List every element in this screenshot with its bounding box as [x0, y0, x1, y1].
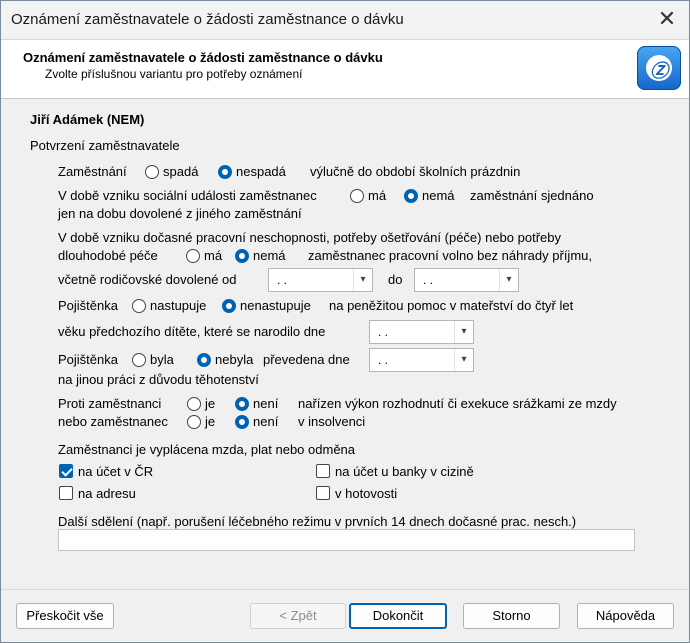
execution-je-label[interactable]: je: [205, 396, 215, 411]
section-title: Potvrzení zaměstnavatele: [30, 138, 180, 153]
maternity-nenastupuje-label[interactable]: nenastupuje: [240, 298, 311, 313]
transfer-date[interactable]: . . ▾: [369, 348, 474, 372]
leave-to-label: do: [388, 272, 403, 287]
execution-je-radio[interactable]: [187, 397, 201, 411]
leave-line1: V době vzniku dočasné pracovní neschopno…: [58, 230, 561, 245]
leave-ma-radio[interactable]: [186, 249, 200, 263]
payment-account-cz-checkbox[interactable]: [59, 464, 73, 478]
execution-label1: Proti zaměstnanci: [58, 396, 162, 411]
app-logo-icon: Ⓩ: [637, 46, 681, 90]
other-employer-ma-radio[interactable]: [350, 189, 364, 203]
payment-title: Zaměstnanci je vyplácena mzda, plat nebo…: [58, 442, 356, 457]
leave-to-value: . .: [423, 273, 434, 287]
insolvency-je-label[interactable]: je: [205, 414, 215, 429]
chevron-down-icon[interactable]: ▾: [499, 269, 518, 291]
header-title: Oznámení zaměstnavatele o žádosti zaměst…: [23, 50, 383, 65]
chevron-down-icon[interactable]: ▾: [454, 321, 473, 343]
execution-label2: nebo zaměstnanec: [58, 414, 168, 429]
transfer-label: Pojištěnka: [58, 352, 118, 367]
insolvency-je-radio[interactable]: [187, 415, 201, 429]
other-employer-nema-label[interactable]: nemá: [422, 188, 455, 203]
title-bar: Oznámení zaměstnavatele o žádosti zaměst…: [1, 1, 689, 38]
transfer-byla-radio[interactable]: [132, 353, 146, 367]
execution-suffix1: nařízen výkon rozhodnutí či exekuce sráž…: [298, 396, 617, 411]
leave-to-date[interactable]: . . ▾: [414, 268, 519, 292]
employee-name: Jiří Adámek (NEM): [30, 112, 145, 127]
payment-account-foreign-label[interactable]: na účet u banky v cizině: [335, 464, 474, 479]
leave-line3: včetně rodičovské dovolené od: [58, 272, 237, 287]
execution-neni-label[interactable]: není: [253, 396, 278, 411]
other-employer-label: V době vzniku sociální události zaměstna…: [58, 188, 317, 203]
leave-nema-radio[interactable]: [235, 249, 249, 263]
maternity-nastupuje-label[interactable]: nastupuje: [150, 298, 206, 313]
payment-cash-label[interactable]: v hotovosti: [335, 486, 397, 501]
employment-suffix: výlučně do období školních prázdnin: [310, 164, 521, 179]
payment-cash-checkbox[interactable]: [316, 486, 330, 500]
leave-from-value: . .: [277, 273, 288, 287]
insolvency-neni-label[interactable]: není: [253, 414, 278, 429]
back-button[interactable]: < Zpět: [250, 603, 346, 629]
maternity-nenastupuje-radio[interactable]: [222, 299, 236, 313]
payment-account-foreign-checkbox[interactable]: [316, 464, 330, 478]
transfer-date-value: . .: [378, 353, 389, 367]
finish-button[interactable]: Dokončit: [349, 603, 447, 629]
transfer-suffix: převedena dne: [263, 352, 350, 367]
leave-from-date[interactable]: . . ▾: [268, 268, 373, 292]
help-button[interactable]: Nápověda: [577, 603, 674, 629]
leave-ma-label[interactable]: má: [204, 248, 222, 263]
transfer-nebyla-label[interactable]: nebyla: [215, 352, 253, 367]
leave-label: dlouhodobé péče: [58, 248, 158, 263]
cancel-button[interactable]: Storno: [463, 603, 560, 629]
maternity-label: Pojištěnka: [58, 298, 118, 313]
other-employer-line2: jen na dobu dovolené z jiného zaměstnání: [58, 206, 302, 221]
insolvency-neni-radio[interactable]: [235, 415, 249, 429]
footer-divider: [1, 589, 689, 590]
transfer-byla-label[interactable]: byla: [150, 352, 174, 367]
payment-address-label[interactable]: na adresu: [78, 486, 136, 501]
maternity-suffix: na peněžitou pomoc v mateřství do čtyř l…: [329, 298, 574, 313]
employment-label: Zaměstnání: [58, 164, 127, 179]
maternity-date[interactable]: . . ▾: [369, 320, 474, 344]
close-icon[interactable]: ✕: [653, 5, 681, 33]
other-employer-ma-label[interactable]: má: [368, 188, 386, 203]
other-employer-nema-radio[interactable]: [404, 189, 418, 203]
leave-nema-label[interactable]: nemá: [253, 248, 286, 263]
transfer-nebyla-radio[interactable]: [197, 353, 211, 367]
other-employer-suffix: zaměstnání sjednáno: [470, 188, 594, 203]
employment-nespada-radio[interactable]: [218, 165, 232, 179]
transfer-line2: na jinou práci z důvodu těhotenství: [58, 372, 259, 387]
wizard-header: Oznámení zaměstnavatele o žádosti zaměst…: [1, 39, 689, 99]
employment-spada-radio[interactable]: [145, 165, 159, 179]
payment-account-cz-label[interactable]: na účet v ČR: [78, 464, 153, 479]
execution-neni-radio[interactable]: [235, 397, 249, 411]
maternity-line2: věku předchozího dítěte, které se narodi…: [58, 324, 326, 339]
notes-label: Další sdělení (např. porušení léčebného …: [58, 514, 577, 529]
employment-spada-label[interactable]: spadá: [163, 164, 198, 179]
window-title: Oznámení zaměstnavatele o žádosti zaměst…: [11, 11, 404, 28]
chevron-down-icon[interactable]: ▾: [454, 349, 473, 371]
header-subtitle: Zvolte příslušnou variantu pro potřeby o…: [45, 67, 303, 81]
maternity-nastupuje-radio[interactable]: [132, 299, 146, 313]
payment-address-checkbox[interactable]: [59, 486, 73, 500]
maternity-date-value: . .: [378, 325, 389, 339]
leave-suffix: zaměstnanec pracovní volno bez náhrady p…: [308, 248, 592, 263]
dialog-window: Oznámení zaměstnavatele o žádosti zaměst…: [0, 0, 690, 643]
execution-suffix2: v insolvenci: [298, 414, 366, 429]
chevron-down-icon[interactable]: ▾: [353, 269, 372, 291]
notes-input[interactable]: [58, 529, 635, 551]
skip-all-button[interactable]: Přeskočit vše: [16, 603, 114, 629]
employment-nespada-label[interactable]: nespadá: [236, 164, 286, 179]
